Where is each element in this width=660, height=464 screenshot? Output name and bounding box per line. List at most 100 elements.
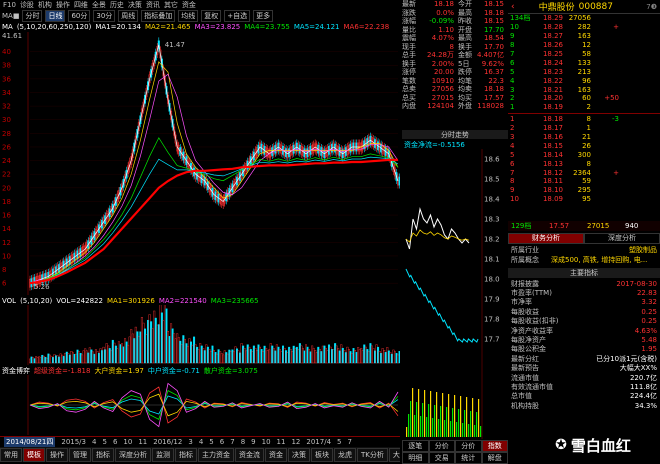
intraday-tab-7[interactable]: 解盘 bbox=[481, 452, 508, 464]
intraday-tab-6[interactable]: 统计 bbox=[455, 452, 482, 464]
concept-value[interactable]: 深成500, 高铁, 增持回购, 电... bbox=[547, 255, 647, 265]
order-book-row[interactable]: 6 18.13 8 bbox=[508, 159, 660, 168]
quote-value: 10910 bbox=[431, 76, 454, 85]
toolbar-item-3[interactable]: 30分 bbox=[93, 10, 116, 22]
bottom-tab-14[interactable]: TK分析 bbox=[357, 447, 388, 462]
order-book-row[interactable]: 4 18.22 96 bbox=[508, 76, 660, 85]
tick-volume-bar bbox=[464, 410, 466, 437]
order-book-row[interactable]: 3 18.21 163 bbox=[508, 85, 660, 94]
order-book-row[interactable]: 3 18.16 21 bbox=[508, 133, 660, 142]
order-book-row[interactable]: 4 18.15 26 bbox=[508, 141, 660, 150]
price-chart[interactable]: 40 38 36 34 32 30 28 26 24 22 20 18 16 14 12 10 8 6 41.61 4… bbox=[0, 32, 400, 295]
menu-item-5[interactable]: 全景 bbox=[92, 0, 106, 10]
toolbar-item-0[interactable]: 分时 bbox=[22, 10, 43, 22]
order-book-row[interactable]: 7 18.25 58 bbox=[508, 50, 660, 59]
order-level: 1 bbox=[510, 103, 515, 112]
bottom-tab-5[interactable]: 深度分析 bbox=[115, 447, 151, 462]
tick-chart-header[interactable]: 分时走势 bbox=[402, 130, 508, 139]
intraday-tab-1[interactable]: 分价 bbox=[428, 440, 455, 452]
intraday-tab-4[interactable]: 明细 bbox=[402, 452, 429, 464]
menu-item-6[interactable]: 历史 bbox=[110, 0, 124, 10]
bottom-tab-9[interactable]: 资金流 bbox=[235, 447, 264, 462]
toolbar-item-2[interactable]: 60分 bbox=[68, 10, 91, 22]
order-book-row[interactable]: 7 18.12 2364 + bbox=[508, 168, 660, 177]
order-volume: 282 bbox=[577, 23, 591, 32]
order-book-row[interactable]: 9 18.27 163 bbox=[508, 32, 660, 41]
order-level: 9 bbox=[510, 32, 515, 41]
bottom-tab-11[interactable]: 决策 bbox=[288, 447, 310, 462]
date-label: 11 bbox=[138, 437, 148, 446]
order-book-row[interactable]: 1 18.19 2 bbox=[508, 103, 660, 112]
menu-item-10[interactable]: 资金 bbox=[182, 0, 196, 10]
order-book-row[interactable]: 8 18.26 12 bbox=[508, 41, 660, 50]
order-level: 2 bbox=[510, 124, 515, 133]
bottom-tab-13[interactable]: 龙虎 bbox=[334, 447, 356, 462]
info-tab-0[interactable]: 财务分析 bbox=[508, 233, 584, 244]
financial-indicators: 财报披露 2017-08-30 市盈率(TTM) 22.83 市净率 3.32 每股收益 0.… bbox=[508, 279, 660, 439]
back-arrow-icon[interactable]: ‹ bbox=[511, 2, 515, 12]
price-tick-label: 28 bbox=[2, 130, 11, 138]
order-book-row[interactable]: 134档 18.29 27056 bbox=[508, 14, 660, 23]
fin-row: 有效流通市值 111.8亿 bbox=[508, 382, 660, 391]
menu-item-0[interactable]: F10 bbox=[3, 1, 16, 9]
order-level: 5 bbox=[510, 67, 515, 76]
menu-item-4[interactable]: 四维 bbox=[74, 0, 88, 10]
intraday-tab-2[interactable]: 分价 bbox=[455, 440, 482, 452]
bottom-tab-12[interactable]: 板块 bbox=[311, 447, 333, 462]
order-book-divider bbox=[508, 112, 660, 114]
order-book-row[interactable]: 10 18.28 282 + bbox=[508, 23, 660, 32]
toolbar-item-5[interactable]: 指标叠加 bbox=[141, 10, 176, 22]
volume-chart[interactable] bbox=[0, 305, 400, 365]
tick-axis-label: 17.9 bbox=[484, 296, 500, 304]
toolbar-item-1[interactable]: 日线 bbox=[45, 10, 66, 22]
bottom-tab-10[interactable]: 资金 bbox=[265, 447, 287, 462]
order-volume: 295 bbox=[577, 186, 591, 195]
quote-panel: 最新 18.18 今开 18.15 涨跌 0.0% 最高 18.18 涨幅 -0.09% 昨收 18.… bbox=[402, 0, 508, 130]
order-book-row[interactable]: 5 18.23 213 bbox=[508, 67, 660, 76]
menu-item-1[interactable]: 诊股 bbox=[20, 0, 34, 10]
date-label: 3 bbox=[188, 437, 193, 446]
bottom-tab-15[interactable]: 大数据 bbox=[388, 447, 400, 462]
order-book-row[interactable]: 9 18.10 295 bbox=[508, 186, 660, 195]
menu-item-9[interactable]: 其它 bbox=[164, 0, 178, 10]
menu-item-8[interactable]: 资讯 bbox=[146, 0, 160, 10]
order-book-row[interactable]: 5 18.14 300 bbox=[508, 150, 660, 159]
info-tab-1[interactable]: 深度分析 bbox=[584, 233, 660, 244]
quote-value: 4.407亿 bbox=[476, 51, 504, 60]
intraday-tab-3[interactable]: 指数 bbox=[481, 440, 508, 452]
toolbar-item-4[interactable]: 周线 bbox=[118, 10, 139, 22]
toolbar-item-6[interactable]: 均线 bbox=[178, 10, 199, 22]
menu-item-7[interactable]: 决策 bbox=[128, 0, 142, 10]
order-level: 5 bbox=[510, 150, 515, 159]
bottom-tab-0[interactable]: 常用 bbox=[0, 447, 22, 462]
fin-row: 机构持股 34.3% bbox=[508, 401, 660, 410]
bottom-tab-1[interactable]: 模板 bbox=[23, 447, 45, 462]
intraday-chart[interactable]: 资金净流=-0.5156 18.6 18.5 18.4 18.3 18.2 18.1 18.0… bbox=[402, 139, 508, 439]
quote-label: 外盘 bbox=[458, 102, 472, 111]
bottom-tab-7[interactable]: 指标 bbox=[175, 447, 197, 462]
bottom-tab-6[interactable]: 监测 bbox=[152, 447, 174, 462]
order-book-row[interactable]: 10 18.09 95 bbox=[508, 195, 660, 204]
order-volume: 60 bbox=[582, 94, 591, 103]
intraday-tab-0[interactable]: 逐笔 bbox=[402, 440, 429, 452]
industry-value[interactable]: 塑胶制品 bbox=[629, 245, 660, 255]
fund-chart[interactable] bbox=[0, 375, 400, 435]
order-book-row[interactable]: 2 18.20 60 +50 bbox=[508, 94, 660, 103]
order-book-row[interactable]: 6 18.24 133 bbox=[508, 58, 660, 67]
menu-item-2[interactable]: 机构 bbox=[38, 0, 52, 10]
order-book-row[interactable]: 1 18.18 8 -3 bbox=[508, 115, 660, 124]
menu-item-3[interactable]: 操作 bbox=[56, 0, 70, 10]
toolbar-item-7[interactable]: 复权 bbox=[201, 10, 222, 22]
toolbar-item-9[interactable]: 更多 bbox=[253, 10, 274, 22]
fin-value: 0.25 bbox=[641, 307, 657, 316]
bottom-tab-4[interactable]: 指标 bbox=[92, 447, 114, 462]
order-book-row[interactable]: 2 18.17 1 bbox=[508, 124, 660, 133]
order-book-row[interactable]: 8 18.11 59 bbox=[508, 177, 660, 186]
bottom-tab-3[interactable]: 管理 bbox=[69, 447, 91, 462]
toolbar-item-8[interactable]: +自选 bbox=[224, 10, 251, 22]
intraday-tab-5[interactable]: 交易 bbox=[428, 452, 455, 464]
tick-fund-line bbox=[405, 268, 479, 343]
bottom-tab-8[interactable]: 主力资金 bbox=[198, 447, 234, 462]
bottom-tab-2[interactable]: 操作 bbox=[46, 447, 68, 462]
price-top-label: 41.61 bbox=[2, 32, 22, 40]
